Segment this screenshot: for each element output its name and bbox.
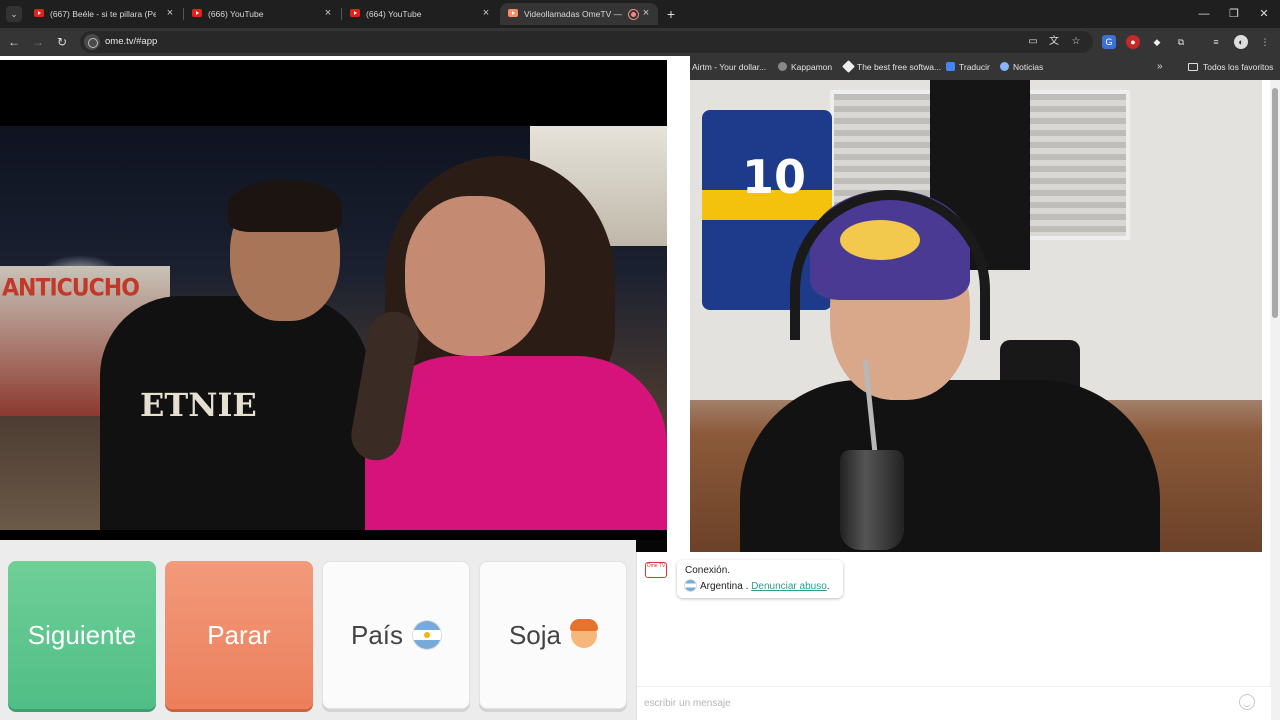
next-button[interactable]: Siguiente [8, 561, 156, 709]
media-control-icon[interactable]: ≡ [1209, 35, 1223, 49]
folder-icon [1188, 63, 1198, 71]
report-abuse-link[interactable]: Denunciar abuso [751, 581, 827, 592]
menu-kebab-icon[interactable]: ⋮ [1258, 35, 1272, 49]
tab-search-button[interactable]: ⌄ [6, 6, 22, 22]
ometv-page: ANTICUCHO ETNIE Airtm - Your dollar... K… [0, 56, 1280, 720]
recording-icon [629, 10, 638, 19]
ometv-logo-icon: Ome TV [645, 562, 667, 578]
extensions-puzzle-icon[interactable]: ⧉ [1174, 35, 1188, 49]
tab-strip: ⌄ (667) Beéle - si te pillara (Performan… [0, 0, 1280, 28]
address-bar[interactable]: ome.tv/#app ▭ 文 ☆ [80, 31, 1093, 53]
tab-youtube-2[interactable]: (666) YouTube × [184, 3, 340, 25]
extension-diamond-icon[interactable]: ◆ [1150, 35, 1164, 49]
url-text: ome.tv/#app [105, 36, 158, 47]
reload-icon[interactable]: ↻ [54, 34, 70, 50]
tab-youtube-1[interactable]: (667) Beéle - si te pillara (Performance… [26, 3, 182, 25]
controls-panel: Siguiente Parar ☝ País Soja [0, 540, 636, 720]
close-icon[interactable]: × [164, 7, 176, 19]
argentina-flag-icon [685, 580, 696, 591]
youtube-icon [34, 9, 44, 17]
extension-red-icon[interactable]: ● [1126, 35, 1140, 49]
message-input[interactable] [637, 686, 1271, 720]
stranger-video-frame: ANTICUCHO ETNIE [0, 126, 667, 530]
stranger-person-1: ETNIE [100, 180, 370, 530]
forward-icon[interactable]: → [30, 34, 46, 50]
close-icon[interactable]: × [640, 7, 652, 19]
cast-icon[interactable]: ▭ [1027, 36, 1039, 48]
google-translate-icon [946, 62, 955, 71]
country-filter-button[interactable]: País [322, 561, 470, 709]
site-info-icon[interactable] [84, 34, 100, 50]
partner-country: Argentina [700, 581, 743, 592]
bookmark-item[interactable]: Airtm - Your dollar... [692, 62, 766, 72]
bookmarks-bar: Airtm - Your dollar... Kappamon The best… [690, 56, 1280, 80]
chat-panel: Ome TV Conexión. Argentina . Denunciar a… [636, 552, 1271, 720]
scrollbar-thumb[interactable] [1272, 88, 1278, 318]
system-message: Conexión. Argentina . Denunciar abuso. [677, 560, 843, 598]
stop-button[interactable]: Parar ☝ [165, 561, 375, 709]
new-tab-button[interactable]: + [663, 6, 679, 22]
bookmark-item[interactable]: Noticias [1000, 62, 1043, 72]
gender-filter-button[interactable]: Soja [479, 561, 627, 709]
profile-avatar[interactable]: ◐ [1234, 35, 1248, 49]
diamond-icon [842, 60, 855, 73]
kappamon-icon [778, 62, 787, 71]
close-icon[interactable]: × [480, 7, 492, 19]
tab-youtube-3[interactable]: (664) YouTube × [342, 3, 498, 25]
translate-extension-icon[interactable]: G [1102, 35, 1116, 49]
boy-face-icon [570, 619, 599, 648]
restore-icon[interactable]: ❐ [1226, 6, 1242, 22]
minimize-icon[interactable]: — [1196, 6, 1212, 22]
translate-icon[interactable]: 文 [1048, 36, 1060, 48]
page-scrollbar[interactable] [1270, 80, 1280, 720]
bookmark-item[interactable]: Kappamon [778, 62, 832, 72]
bookmark-item[interactable]: The best free softwa... [842, 60, 941, 73]
news-icon [1000, 62, 1009, 71]
stranger-video: ANTICUCHO ETNIE [0, 60, 667, 596]
close-icon[interactable]: × [322, 7, 334, 19]
shirt-print-text: ETNIE [140, 386, 257, 424]
argentina-flag-icon [413, 621, 442, 649]
youtube-icon [192, 9, 202, 17]
browser-toolbar: ← → ↻ ome.tv/#app ▭ 文 ☆ G ● ◆ ⧉ ≡ ◐ ⋮ [0, 28, 1280, 56]
bookmark-star-icon[interactable]: ☆ [1070, 36, 1082, 48]
self-webcam-video: 10 [690, 80, 1262, 552]
ometv-icon [508, 9, 518, 17]
mate-cup [840, 450, 904, 550]
connection-title: Conexión. [685, 565, 731, 576]
tab-ometv[interactable]: Videollamadas OmeTV — Aleatorias × [500, 3, 658, 25]
bookmarks-overflow-button[interactable]: » [1157, 61, 1163, 72]
bookmark-item[interactable]: Traducir [946, 62, 990, 72]
emoji-icon[interactable] [1239, 694, 1255, 710]
youtube-icon [350, 9, 360, 17]
back-icon[interactable]: ← [6, 34, 22, 50]
all-bookmarks-folder[interactable]: Todos los favoritos [1188, 62, 1273, 72]
window-close-icon[interactable]: ✕ [1256, 6, 1272, 22]
